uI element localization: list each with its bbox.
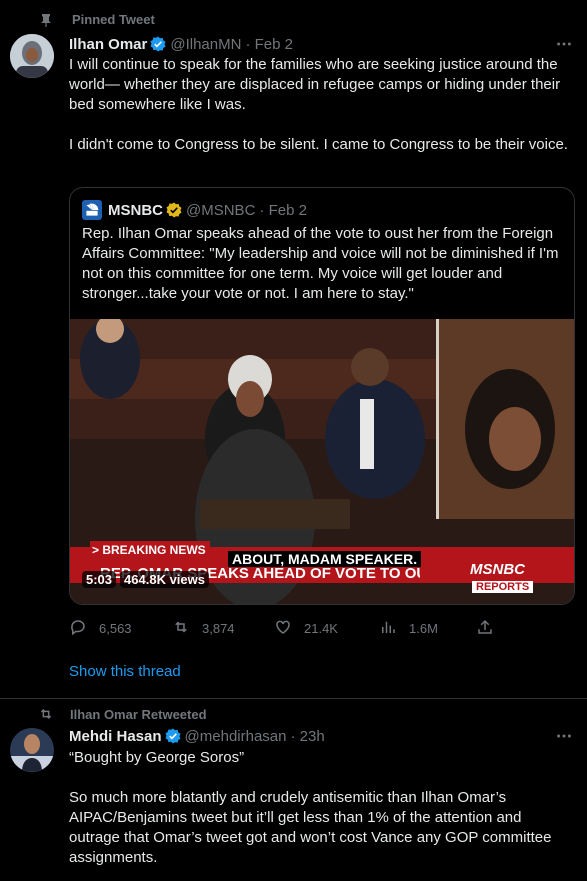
avatar[interactable] — [10, 34, 54, 78]
verified-gold-badge-icon — [166, 202, 182, 218]
reply-icon — [69, 618, 87, 639]
quote-text: Rep. Ilhan Omar speaks ahead of the vote… — [82, 225, 559, 302]
author-handle[interactable]: @IlhanMN — [170, 36, 241, 53]
reply-count: 6,563 — [99, 621, 132, 636]
breaking-news-label: > BREAKING NEWS — [92, 543, 206, 557]
views-count: 1.6M — [409, 621, 438, 636]
tweet-paragraph: I will continue to speak for the familie… — [69, 56, 561, 113]
tweet-text: I will continue to speak for the familie… — [69, 55, 579, 155]
retweet-small-icon — [38, 706, 54, 722]
tweet-date[interactable]: · Feb 2 — [245, 36, 293, 53]
retweet-button[interactable]: 3,874 — [172, 618, 235, 639]
views-button[interactable]: 1.6M — [379, 618, 438, 639]
tweet-paragraph: “Bought by George Soros” — [69, 749, 245, 766]
pinned-label: Pinned Tweet — [72, 12, 155, 27]
video-stats: 5:03 464.8K views — [82, 571, 209, 588]
tweet-divider — [0, 698, 587, 699]
quote-author-name[interactable]: MSNBC — [108, 202, 163, 219]
share-button[interactable] — [476, 618, 494, 639]
pin-icon — [40, 13, 52, 27]
video-duration: 5:03 — [82, 571, 117, 588]
tweet-paragraph: I didn't come to Congress to be silent. … — [69, 136, 568, 153]
tweet-paragraph: So much more blatantly and crudely antis… — [69, 789, 552, 866]
pinned-row: Pinned Tweet — [40, 12, 155, 27]
retweeted-label: Ilhan Omar Retweeted — [70, 706, 207, 722]
views-icon — [379, 618, 397, 639]
show-thread-link[interactable]: Show this thread — [69, 663, 181, 680]
like-button[interactable]: 21.4K — [274, 618, 338, 639]
like-count: 21.4K — [304, 621, 338, 636]
heart-icon — [274, 618, 292, 639]
retweet-icon — [172, 618, 190, 639]
author-handle[interactable]: @mehdirhasan — [185, 728, 287, 745]
retweet-count: 3,874 — [202, 621, 235, 636]
retweeted-row: Ilhan Omar Retweeted — [38, 706, 207, 722]
video-views: 464.8K views — [120, 571, 209, 588]
quote-date[interactable]: · Feb 2 — [259, 202, 307, 219]
quote-author-handle[interactable]: @MSNBC — [186, 202, 255, 219]
avatar[interactable] — [10, 728, 54, 772]
tweet-text: “Bought by George Soros” So much more bl… — [69, 748, 569, 868]
verified-badge-icon — [150, 36, 166, 52]
tweet-header: Mehdi Hasan @mehdirhasan · 23h — [69, 726, 325, 746]
reports-label: REPORTS — [476, 581, 530, 593]
tweet-date[interactable]: · 23h — [290, 728, 324, 745]
more-options-icon[interactable] — [554, 34, 574, 54]
reply-button[interactable]: 6,563 — [69, 618, 132, 639]
share-icon — [476, 618, 494, 639]
msnbc-avatar-icon — [82, 200, 102, 220]
msnbc-logo-text: MSNBC — [470, 561, 525, 578]
author-name[interactable]: Ilhan Omar — [69, 36, 147, 53]
author-name[interactable]: Mehdi Hasan — [69, 728, 162, 745]
quote-header: MSNBC @MSNBC · Feb 2 — [82, 200, 307, 220]
tweet-header: Ilhan Omar @IlhanMN · Feb 2 — [69, 34, 293, 54]
more-options-icon[interactable] — [554, 726, 574, 746]
quoted-tweet[interactable]: MSNBC @MSNBC · Feb 2 Rep. Ilhan Omar spe… — [69, 187, 575, 605]
verified-badge-icon — [165, 728, 181, 744]
video-player[interactable]: > BREAKING NEWS ABOUT, MADAM SPEAKER. RE… — [70, 319, 574, 604]
